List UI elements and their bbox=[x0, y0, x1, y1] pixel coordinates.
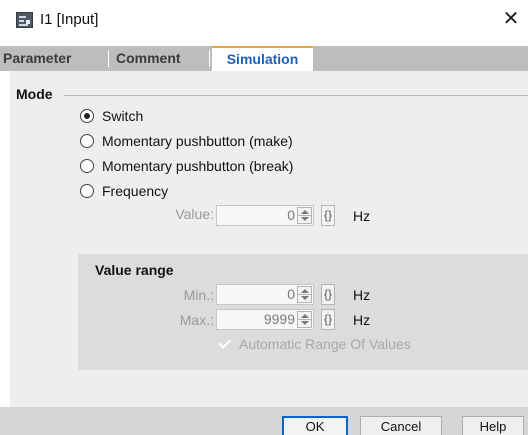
min-spinner[interactable] bbox=[297, 286, 312, 303]
max-parameter-button[interactable]: {} bbox=[321, 309, 335, 330]
checkmark-icon[interactable] bbox=[218, 337, 232, 351]
radio-switch[interactable]: Switch bbox=[80, 108, 280, 126]
radio-label: Momentary pushbutton (break) bbox=[102, 158, 294, 174]
tab-simulation[interactable]: Simulation bbox=[212, 46, 313, 71]
max-unit: Hz bbox=[353, 312, 371, 328]
radio-frequency[interactable]: Frequency bbox=[80, 183, 280, 201]
spin-down-icon[interactable] bbox=[301, 321, 309, 325]
radio-button[interactable] bbox=[80, 159, 94, 173]
value-spinner[interactable] bbox=[297, 207, 312, 224]
max-value-text: 9999 bbox=[263, 311, 295, 327]
min-label: Min.: bbox=[183, 287, 214, 303]
max-input[interactable]: 9999 bbox=[216, 309, 314, 330]
value-range-title: Value range bbox=[95, 262, 174, 278]
auto-range-label: Automatic Range Of Values bbox=[239, 336, 411, 352]
radio-label: Frequency bbox=[102, 183, 169, 199]
auto-range-checkbox-row[interactable]: Automatic Range Of Values bbox=[218, 336, 478, 353]
min-parameter-button[interactable]: {} bbox=[321, 284, 335, 305]
spin-down-icon[interactable] bbox=[301, 296, 309, 300]
ok-button[interactable]: OK bbox=[282, 416, 348, 435]
max-label: Max.: bbox=[179, 312, 214, 328]
radio-label: Switch bbox=[102, 108, 144, 124]
value-input[interactable]: 0 bbox=[216, 205, 314, 226]
dialog-footer: OK Cancel Help bbox=[0, 407, 528, 435]
mode-group-title: Mode bbox=[16, 86, 53, 102]
mode-group-divider bbox=[64, 95, 528, 96]
max-spinner[interactable] bbox=[297, 311, 312, 328]
tab-parameter[interactable]: Parameter bbox=[3, 46, 106, 71]
tab-separator bbox=[108, 50, 109, 67]
radio-button[interactable] bbox=[80, 184, 94, 198]
spin-up-icon[interactable] bbox=[301, 314, 309, 318]
spin-up-icon[interactable] bbox=[301, 210, 309, 214]
spin-up-icon[interactable] bbox=[301, 289, 309, 293]
value-label: Value: bbox=[175, 206, 214, 222]
value-range-box: Value range Min.: 0 {} Hz Max.: 9999 {} … bbox=[78, 254, 528, 370]
help-button[interactable]: Help bbox=[462, 416, 524, 435]
value-unit: Hz bbox=[353, 208, 371, 224]
radio-button[interactable] bbox=[80, 134, 94, 148]
tab-bar: Parameter Comment Simulation bbox=[0, 46, 528, 71]
radio-button[interactable] bbox=[80, 109, 94, 123]
radio-momentary-make[interactable]: Momentary pushbutton (make) bbox=[80, 133, 340, 151]
spin-down-icon[interactable] bbox=[301, 217, 309, 221]
min-unit: Hz bbox=[353, 287, 371, 303]
min-value-text: 0 bbox=[287, 286, 295, 302]
min-input[interactable]: 0 bbox=[216, 284, 314, 305]
window-title: I1 [Input] bbox=[40, 11, 99, 28]
value-text: 0 bbox=[287, 207, 295, 223]
cancel-button[interactable]: Cancel bbox=[360, 416, 442, 435]
value-parameter-button[interactable]: {} bbox=[321, 205, 335, 226]
title-bar: I1 [Input] ✕ bbox=[0, 0, 528, 40]
simulation-panel: Mode Switch Momentary pushbutton (make) … bbox=[10, 71, 528, 407]
tab-separator bbox=[209, 50, 210, 67]
radio-label: Momentary pushbutton (make) bbox=[102, 133, 293, 149]
tab-comment[interactable]: Comment bbox=[116, 46, 208, 71]
close-button[interactable]: ✕ bbox=[494, 4, 528, 36]
logo-block-icon bbox=[16, 12, 33, 28]
radio-momentary-break[interactable]: Momentary pushbutton (break) bbox=[80, 158, 340, 176]
